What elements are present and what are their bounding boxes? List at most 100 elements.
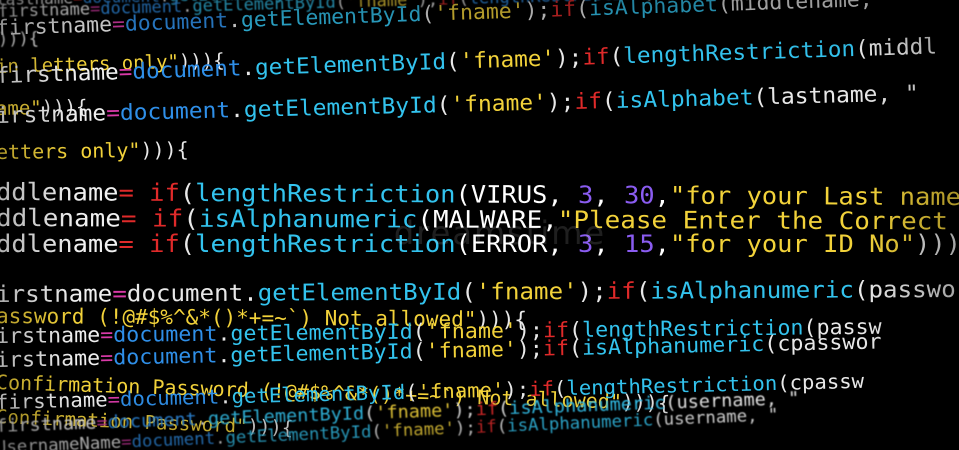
code-token: =: [118, 59, 133, 86]
code-token: getElementById: [243, 93, 437, 123]
code-token: =: [105, 100, 121, 127]
code-token: .: [218, 384, 232, 409]
code-token: 'fname': [475, 278, 578, 306]
code-token: (: [363, 402, 376, 425]
code-token: );: [524, 0, 551, 23]
code-token: document: [124, 8, 229, 36]
code-token: if: [542, 336, 570, 361]
code-token: if: [149, 178, 180, 207]
code-token: 'fname': [433, 0, 525, 26]
code-token: .: [196, 408, 209, 430]
code-lines: lastname=document.getElementById('fname'…: [0, 0, 959, 450]
code-token: document: [131, 428, 216, 450]
code-token: );: [554, 45, 583, 72]
code-token: if: [581, 44, 611, 71]
code-token: 'fname': [381, 418, 456, 442]
code-token: );: [577, 278, 607, 305]
code-token: ddlename: [0, 230, 119, 258]
code-token: firstname: [0, 412, 97, 437]
code-token: (: [420, 1, 435, 26]
code-token: (username, ": [652, 405, 779, 431]
code-token: if: [475, 417, 498, 438]
code-token: ddlename: [0, 178, 119, 207]
code-token: =: [118, 178, 150, 207]
code-token: 15: [624, 230, 655, 258]
code-token: document: [119, 98, 231, 126]
code-line: irstname=document.getElementById('fname'…: [0, 276, 959, 308]
code-token: getElementById: [254, 49, 447, 81]
code-token: document: [131, 56, 242, 85]
code-token: ddlename: [0, 204, 121, 233]
code-token: (middl: [854, 34, 938, 62]
code-token: if: [149, 230, 180, 258]
code-token: firstname: [0, 60, 120, 89]
code-token: .: [227, 7, 242, 33]
code-token: =: [99, 345, 114, 370]
code-token: =: [107, 386, 121, 412]
code-token: (lastname, ": [753, 81, 920, 111]
code-token: lengthRestriction: [195, 230, 456, 258]
code-token: ))){: [140, 137, 189, 162]
code-token: isAlphanumeric: [581, 331, 765, 360]
code-token: ))){: [915, 230, 959, 258]
code-token: (: [445, 49, 461, 75]
code-token: );: [454, 417, 477, 439]
code-token: getElementById: [240, 1, 422, 32]
code-screen-photo: lastname=document.getElementById('fname'…: [0, 0, 959, 450]
code-line: ddlename= if(lengthRestriction(ERROR, 3,…: [0, 232, 959, 256]
code-token: (cpasswor: [764, 329, 882, 356]
code-token: (: [436, 92, 451, 119]
code-token: document: [119, 384, 220, 411]
code-token: ,: [593, 230, 625, 258]
code-token: ,: [654, 230, 670, 258]
code-token: 'fname': [425, 337, 518, 363]
code-token: getElementById: [257, 279, 462, 307]
code-token: irstname: [0, 345, 101, 372]
code-token: .: [241, 55, 256, 82]
code-token: (: [412, 339, 426, 364]
code-token: =: [100, 322, 114, 347]
code-token: 'fname': [459, 46, 556, 75]
code-token: .: [229, 97, 245, 124]
code-token: 'fname': [450, 90, 548, 118]
code-token: if: [574, 89, 603, 115]
code-token: if: [152, 204, 184, 233]
code-token: if: [606, 278, 636, 305]
code-token: (: [575, 0, 590, 21]
code-line: irstname=document.getElementById('fname'…: [0, 81, 920, 129]
code-token: (: [179, 230, 196, 258]
code-token: (: [609, 44, 624, 70]
code-token: firstname: [0, 12, 113, 40]
code-token: document.: [126, 280, 258, 308]
code-token: (: [183, 204, 199, 233]
code-token: 3: [577, 181, 594, 210]
code-token: 3: [578, 230, 594, 258]
code-token: irstname: [0, 322, 101, 348]
code-token: ,: [593, 181, 625, 210]
code-token: (: [568, 335, 583, 360]
code-token: isAlphabet: [588, 0, 719, 21]
code-token: (: [461, 279, 476, 306]
code-token: if: [549, 0, 577, 22]
code-token: isAlphanumeric: [650, 277, 854, 305]
code-token: isAlphabet: [615, 85, 754, 114]
code-token: (: [635, 278, 651, 305]
code-token: (: [179, 178, 196, 208]
code-token: .: [217, 343, 231, 368]
code-line: firstname=document.getElementById('fname…: [0, 34, 938, 89]
code-token: document: [112, 343, 218, 370]
code-line: etters only"))){: [0, 137, 189, 164]
code-token: (ERROR,: [455, 230, 579, 258]
code-token: lengthRestriction: [622, 37, 856, 70]
code-token: irstname: [0, 101, 107, 129]
code-token: =: [118, 230, 150, 258]
code-token: =: [120, 204, 153, 233]
code-token: getElementById: [230, 339, 413, 368]
code-token: );: [546, 89, 575, 116]
code-token: (passwor: [853, 276, 959, 304]
code-token: (middlename,: [717, 0, 886, 17]
code-token: =: [112, 281, 127, 308]
code-token: );: [516, 336, 544, 362]
code-token: (: [601, 88, 617, 115]
code-token: etters only": [0, 137, 141, 164]
